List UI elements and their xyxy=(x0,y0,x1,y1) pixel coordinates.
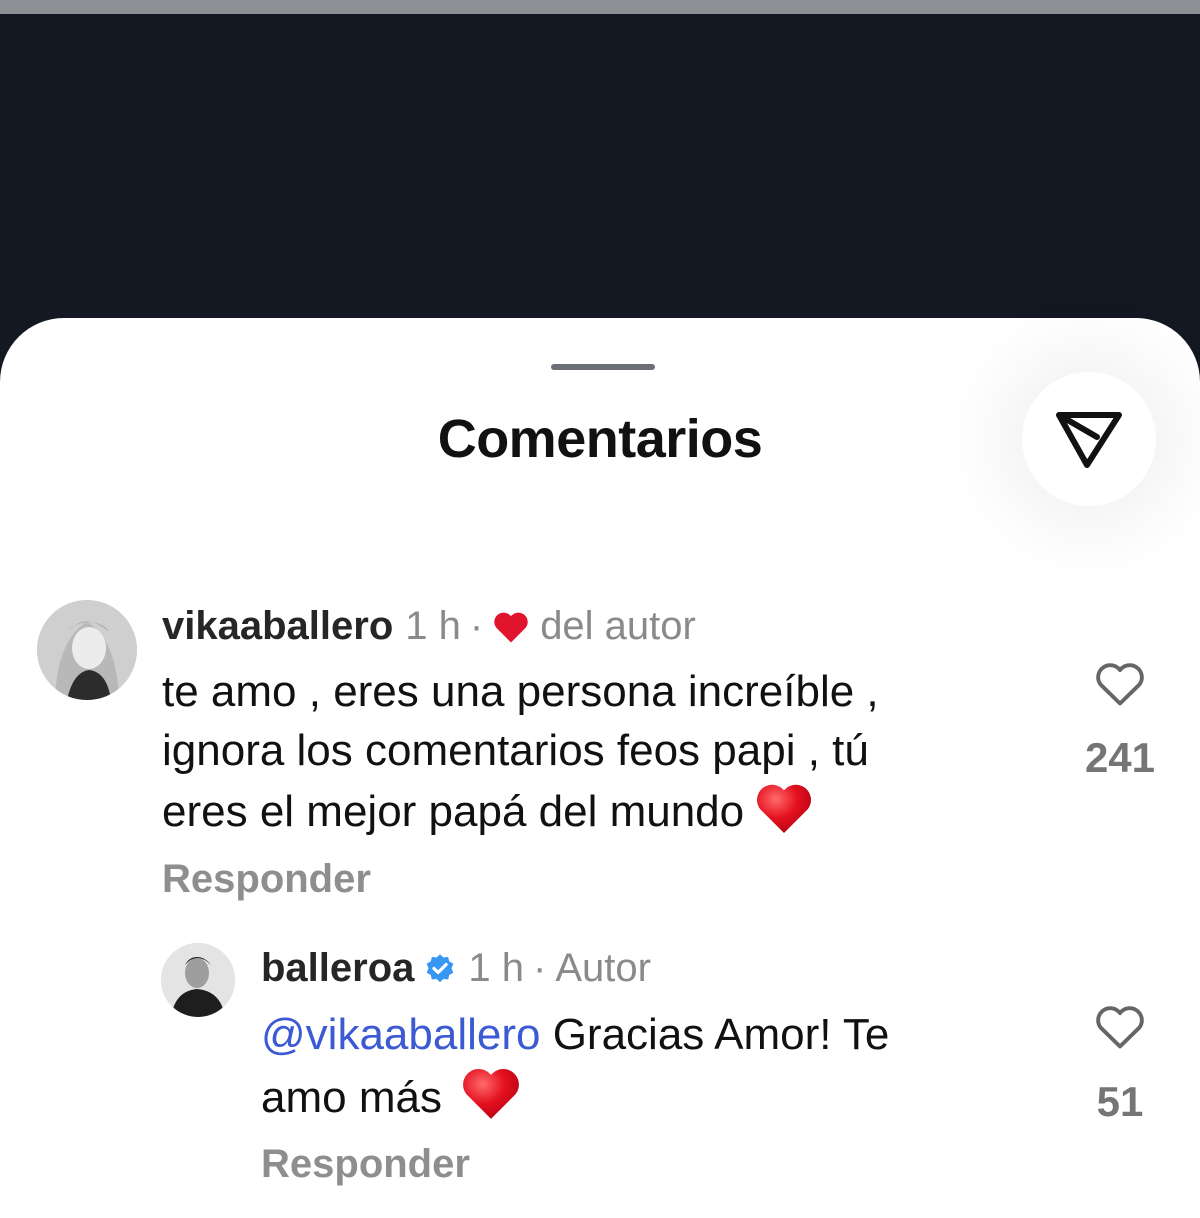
comment-line-text: Gracias Amor! Te xyxy=(552,1010,890,1059)
sheet-title: Comentarios xyxy=(437,409,763,469)
reply-button[interactable]: Responder xyxy=(261,1142,470,1187)
like-count: 241 xyxy=(1084,734,1156,781)
red-heart-emoji xyxy=(460,1064,522,1137)
comment-line: ignora los comentarios feos papi , tú xyxy=(162,726,869,775)
comment-header: vikaaballero 1 h · del autor xyxy=(162,604,696,649)
comment-line: @vikaaballero Gracias Amor! Te xyxy=(261,1005,889,1064)
comment-header: balleroa 1 h · Autor xyxy=(261,946,651,991)
comment-line: te amo , eres una persona increíble , xyxy=(162,667,879,716)
heart-outline-icon[interactable] xyxy=(1094,1003,1146,1056)
dimmed-backdrop[interactable] xyxy=(0,14,1200,354)
reply-button[interactable]: Responder xyxy=(162,857,371,902)
share-button[interactable] xyxy=(1022,372,1156,506)
comment-line: eres el mejor papá del mundo xyxy=(162,780,879,851)
paper-plane-icon xyxy=(1056,412,1122,468)
timestamp: 1 h xyxy=(468,946,525,990)
comment-line: amo más xyxy=(261,1064,889,1137)
verified-badge-icon xyxy=(424,953,456,985)
mention-link[interactable]: @vikaaballero xyxy=(261,1010,540,1059)
red-heart-emoji xyxy=(754,780,814,851)
comment-text: @vikaaballero Gracias Amor! Te amo más xyxy=(261,1005,889,1137)
separator: · xyxy=(469,604,484,648)
sheet-drag-handle[interactable] xyxy=(551,364,655,370)
comment-line-text: eres el mejor papá del mundo xyxy=(162,787,745,836)
like-count: 51 xyxy=(1096,1078,1144,1125)
red-heart-icon xyxy=(492,610,530,644)
avatar[interactable] xyxy=(161,943,235,1017)
comment-text: te amo , eres una persona increíble , ig… xyxy=(162,662,879,851)
separator: · xyxy=(533,946,547,990)
status-strip xyxy=(0,0,1200,14)
timestamp: 1 h xyxy=(405,604,461,648)
author-label: Autor xyxy=(555,946,651,990)
avatar[interactable] xyxy=(37,600,137,700)
author-liked-label: del autor xyxy=(540,604,696,648)
comment-line-text: amo más xyxy=(261,1073,442,1122)
username[interactable]: balleroa xyxy=(261,946,414,991)
username[interactable]: vikaaballero xyxy=(162,604,393,649)
heart-outline-icon[interactable] xyxy=(1094,660,1146,713)
